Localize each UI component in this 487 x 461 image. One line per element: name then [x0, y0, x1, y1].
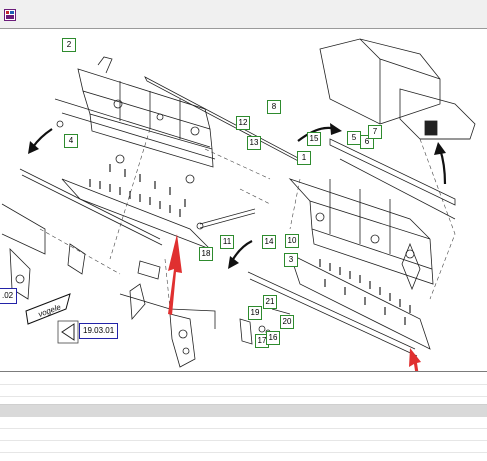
callout-14[interactable]: 14 — [262, 235, 276, 249]
list-row-divider — [0, 452, 487, 453]
list-row-divider — [0, 440, 487, 441]
list-row-divider — [0, 384, 487, 385]
callout-18[interactable]: 18 — [199, 247, 213, 261]
callout-19[interactable]: 19 — [248, 306, 262, 320]
parts-list-header[interactable] — [0, 404, 487, 417]
list-row-divider — [0, 396, 487, 397]
callout-20[interactable]: 20 — [280, 315, 294, 329]
callout-4[interactable]: 4 — [64, 134, 78, 148]
callout-5[interactable]: 5 — [347, 131, 361, 145]
callout-12[interactable]: 12 — [236, 116, 250, 130]
red-arrow-upper — [168, 234, 182, 315]
callout-21[interactable]: 21 — [263, 295, 277, 309]
callout-1[interactable]: 1 — [297, 151, 311, 165]
parts-catalog-icon — [4, 9, 16, 21]
list-row-divider — [0, 428, 487, 429]
reference-link-left[interactable]: .02 — [0, 288, 18, 304]
window-titlebar — [0, 0, 487, 29]
reference-link-19-03-01[interactable]: 19.03.01 — [79, 323, 119, 339]
callout-15[interactable]: 15 — [307, 132, 321, 146]
exploded-parts-drawing: vogele — [1, 38, 476, 371]
callout-10[interactable]: 10 — [285, 234, 299, 248]
exploded-drawing-viewer[interactable]: vogele 2 8 12 13 4 15 5 6 7 1 11 14 10 1… — [0, 29, 487, 371]
back-arrow-icon[interactable] — [57, 320, 79, 344]
callout-16[interactable]: 16 — [266, 331, 280, 345]
callout-2[interactable]: 2 — [62, 38, 76, 52]
callout-8[interactable]: 8 — [267, 100, 281, 114]
red-arrow-lower — [409, 348, 421, 371]
callout-7[interactable]: 7 — [368, 125, 382, 139]
callout-13[interactable]: 13 — [247, 136, 261, 150]
callout-11[interactable]: 11 — [220, 235, 234, 249]
callout-3[interactable]: 3 — [284, 253, 298, 267]
